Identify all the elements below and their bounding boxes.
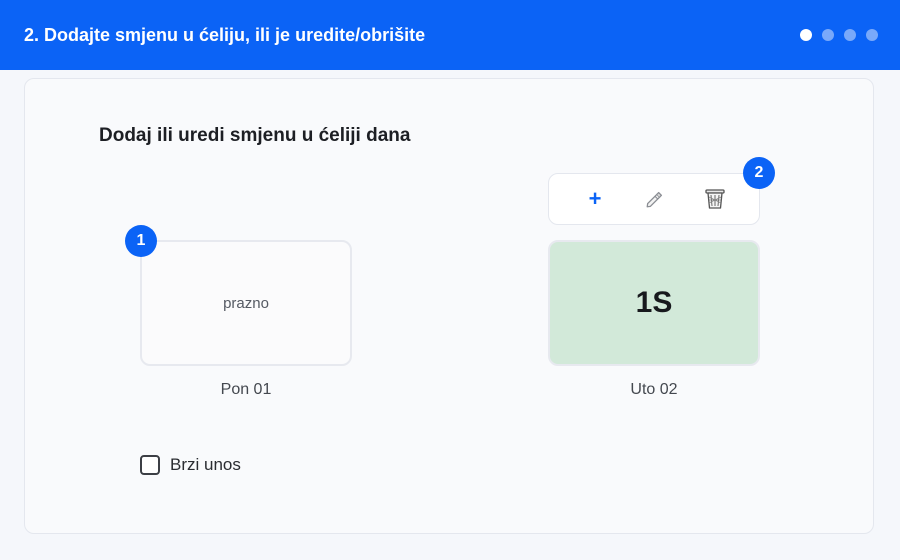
step-indicator [800, 29, 878, 41]
step-badge-2: 2 [743, 157, 775, 189]
step-dot-4[interactable] [866, 29, 878, 41]
trash-icon [705, 189, 725, 209]
step-dot-2[interactable] [822, 29, 834, 41]
plus-icon: + [588, 186, 602, 211]
day-cell-tue[interactable]: 1S [548, 240, 760, 366]
cell-toolbar: + [548, 173, 760, 225]
pencil-icon [646, 191, 663, 208]
edit-shift-button[interactable] [635, 174, 675, 224]
day-label-mon: Pon 01 [220, 381, 272, 398]
header-bar: 2. Dodajte smjenu u ćeliju, ili je uredi… [0, 0, 900, 70]
shift-code: 1S [635, 286, 673, 319]
cell-content: prazno [223, 294, 269, 312]
section-title: Dodaj ili uredi smjenu u ćeliji dana [99, 125, 411, 146]
day-cell-mon[interactable]: prazno [140, 240, 352, 366]
quick-entry-checkbox[interactable] [140, 455, 160, 475]
step-dot-3[interactable] [844, 29, 856, 41]
delete-shift-button[interactable] [695, 174, 735, 224]
day-label-tue: Uto 02 [630, 381, 678, 398]
quick-entry-label: Brzi unos [170, 455, 241, 474]
add-shift-button[interactable]: + [575, 174, 615, 224]
step-dot-1[interactable] [800, 29, 812, 41]
header-title: 2. Dodajte smjenu u ćeliju, ili je uredi… [24, 25, 426, 45]
quick-entry-row: Brzi unos [140, 455, 241, 475]
content-card: Dodaj ili uredi smjenu u ćeliji dana + p… [24, 78, 874, 534]
step-badge-1: 1 [125, 225, 157, 257]
